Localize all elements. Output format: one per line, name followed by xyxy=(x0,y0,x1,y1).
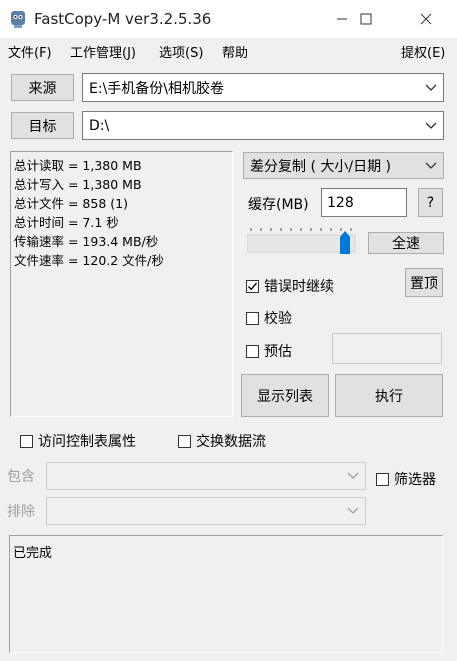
source-path-text: E:\手机备份\相机胶卷 xyxy=(89,80,224,97)
acl-option[interactable]: 访问控制表属性 xyxy=(20,431,136,451)
stat-total-read: 总计读取 = 1,380 MB xyxy=(14,158,142,173)
continue-on-error-option[interactable]: 错误时继续 xyxy=(246,276,334,296)
stat-total-files: 总计文件 = 858 (1) xyxy=(14,196,128,211)
buffer-input[interactable]: 128 xyxy=(321,188,407,217)
stat-total-write: 总计写入 = 1,380 MB xyxy=(14,177,142,192)
menu-help[interactable]: 帮助 xyxy=(222,42,248,61)
stat-file-rate: 文件速率 = 120.2 文件/秒 xyxy=(14,253,164,268)
execute-button[interactable]: 执行 xyxy=(335,374,443,417)
continue-on-error-checkbox[interactable] xyxy=(246,279,259,293)
copy-mode-select[interactable]: 差分复制 ( 大小/日期 ) xyxy=(243,152,444,179)
target-path-combo[interactable]: D:\ xyxy=(82,111,444,140)
close-button[interactable] xyxy=(403,0,449,38)
app-icon xyxy=(8,9,28,29)
filter-option[interactable]: 筛选器 xyxy=(376,469,436,489)
estimate-option[interactable]: 预估 xyxy=(246,341,292,361)
menu-file[interactable]: 文件(F) xyxy=(8,42,52,61)
chevron-down-icon[interactable] xyxy=(425,122,437,130)
status-text: 已完成 xyxy=(13,546,53,561)
chevron-down-icon[interactable] xyxy=(425,162,437,170)
source-button[interactable]: 来源 xyxy=(11,74,74,101)
stats-panel: 总计读取 = 1,380 MB 总计写入 = 1,380 MB 总计文件 = 8… xyxy=(10,151,233,417)
stat-transfer-rate: 传输速率 = 193.4 MB/秒 xyxy=(14,234,159,249)
include-label: 包含 xyxy=(7,469,35,485)
filter-checkbox[interactable] xyxy=(376,472,389,486)
chevron-down-icon[interactable] xyxy=(347,472,359,480)
slider-thumb[interactable] xyxy=(340,231,350,254)
copy-mode-text: 差分复制 ( 大小/日期 ) xyxy=(250,158,391,175)
maximize-icon xyxy=(360,13,372,25)
target-path-text: D:\ xyxy=(89,117,110,134)
estimate-checkbox[interactable] xyxy=(246,344,259,358)
chevron-down-icon[interactable] xyxy=(425,84,437,92)
ads-checkbox[interactable] xyxy=(178,434,191,448)
ads-option[interactable]: 交换数据流 xyxy=(178,431,266,451)
stat-total-time: 总计时间 = 7.1 秒 xyxy=(14,215,119,230)
exclude-combo[interactable] xyxy=(46,497,366,525)
include-combo[interactable] xyxy=(46,462,366,490)
continue-on-error-label: 错误时继续 xyxy=(264,279,334,295)
verify-label: 校验 xyxy=(264,311,292,327)
buffer-label: 缓存(MB) xyxy=(248,197,309,213)
filter-label: 筛选器 xyxy=(394,472,436,488)
show-list-button[interactable]: 显示列表 xyxy=(241,374,329,417)
exclude-label: 排除 xyxy=(7,504,35,520)
menu-job[interactable]: 工作管理(J) xyxy=(70,42,136,61)
ads-label: 交换数据流 xyxy=(196,434,266,450)
verify-option[interactable]: 校验 xyxy=(246,308,292,328)
chevron-down-icon[interactable] xyxy=(347,507,359,515)
check-icon xyxy=(247,282,258,290)
menu-options[interactable]: 选项(S) xyxy=(159,42,203,61)
estimate-display xyxy=(332,333,442,364)
window-title: FastCopy-M ver3.2.5.36 xyxy=(34,10,212,28)
maximize-button[interactable] xyxy=(343,0,389,38)
buffer-help-button[interactable]: ? xyxy=(418,188,443,217)
acl-checkbox[interactable] xyxy=(20,434,33,448)
target-button[interactable]: 目标 xyxy=(11,112,74,139)
estimate-label: 预估 xyxy=(264,344,292,360)
always-on-top-button[interactable]: 置顶 xyxy=(405,268,443,297)
acl-label: 访问控制表属性 xyxy=(38,434,136,450)
status-box: 已完成 xyxy=(9,535,443,653)
menu-elevate[interactable]: 提权(E) xyxy=(401,42,445,61)
speed-slider[interactable] xyxy=(246,226,357,254)
full-speed-button[interactable]: 全速 xyxy=(368,232,444,254)
close-icon xyxy=(420,13,432,25)
source-path-combo[interactable]: E:\手机备份\相机胶卷 xyxy=(82,73,444,102)
verify-checkbox[interactable] xyxy=(246,311,259,325)
